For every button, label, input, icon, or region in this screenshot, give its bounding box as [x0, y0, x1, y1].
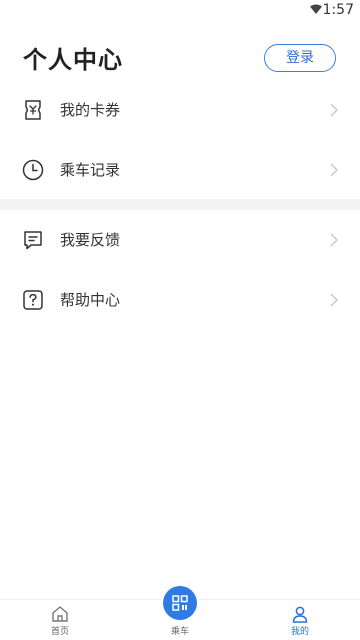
- feedback-icon: [24, 231, 42, 250]
- menu-group-primary: 我的卡券 乘车记录: [0, 80, 360, 200]
- menu-item-label: 我要反馈: [60, 231, 121, 249]
- menu-group-secondary: 我要反馈 帮助中心: [0, 210, 360, 330]
- status-bar: 1:57: [0, 0, 360, 20]
- menu-item-help[interactable]: 帮助中心: [0, 270, 360, 330]
- menu-item-ride-records[interactable]: 乘车记录: [0, 140, 360, 200]
- ride-qr-button[interactable]: [163, 586, 197, 620]
- wifi-icon: [310, 4, 322, 14]
- chevron-right-icon: [330, 233, 338, 247]
- header: 个人中心 登录: [0, 36, 360, 82]
- tab-label: 首页: [50, 627, 69, 637]
- tab-label: 我的: [290, 627, 309, 637]
- help-icon: [23, 290, 43, 310]
- home-icon: [52, 606, 68, 622]
- ticket-icon: [25, 100, 41, 120]
- chevron-right-icon: [330, 103, 338, 117]
- tab-home[interactable]: 首页: [0, 600, 120, 640]
- login-button[interactable]: 登录: [264, 44, 336, 72]
- menu-item-feedback[interactable]: 我要反馈: [0, 210, 360, 270]
- section-divider: [0, 199, 360, 210]
- user-icon: [292, 606, 308, 623]
- tab-mine[interactable]: 我的: [240, 600, 360, 640]
- tab-label: 乘车: [170, 627, 189, 637]
- menu-item-coupons[interactable]: 我的卡券: [0, 80, 360, 140]
- status-time: 1:57: [322, 2, 354, 18]
- qr-code-icon: [172, 595, 188, 611]
- clock-icon: [22, 159, 44, 181]
- chevron-right-icon: [330, 293, 338, 307]
- menu-item-label: 我的卡券: [60, 101, 121, 119]
- page-title: 个人中心: [23, 46, 123, 74]
- chevron-right-icon: [330, 163, 338, 177]
- menu-item-label: 帮助中心: [60, 291, 121, 309]
- menu-item-label: 乘车记录: [60, 161, 121, 179]
